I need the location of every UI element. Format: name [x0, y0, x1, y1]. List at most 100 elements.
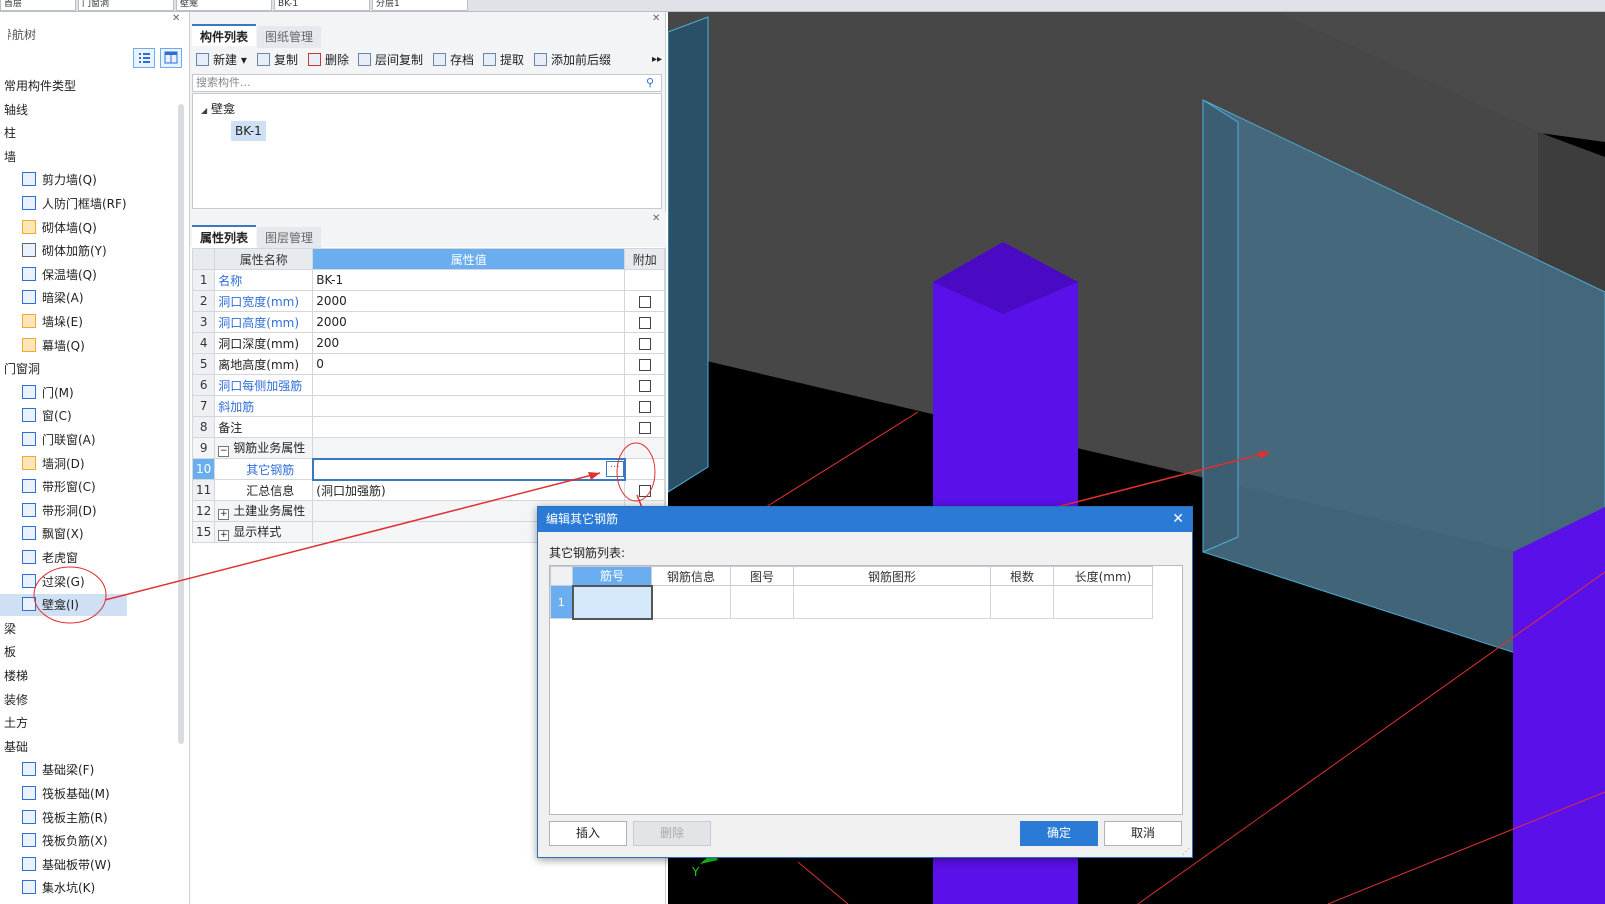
close-icon[interactable]: ✕ [1172, 507, 1184, 532]
extra-checkbox[interactable] [638, 337, 651, 350]
nav-category[interactable]: 板 [0, 641, 16, 663]
nav-item[interactable]: 壁龛(I) [0, 594, 127, 617]
property-value[interactable]: 0 [312, 353, 626, 375]
delete-button[interactable]: 删除 [308, 50, 349, 70]
extra-checkbox[interactable] [638, 379, 651, 392]
expand-icon[interactable]: + [218, 530, 230, 541]
type-dropdown[interactable]: 壁龛 [176, 0, 272, 11]
nav-item[interactable]: 幕墙(Q) [0, 335, 85, 357]
close-icon[interactable]: ✕ [652, 214, 660, 224]
extra-checkbox[interactable] [638, 358, 651, 371]
grid-view-icon[interactable] [160, 48, 182, 68]
nav-category[interactable]: 墙 [0, 146, 16, 168]
property-row[interactable]: 3 洞口高度(mm) 2000 [191, 311, 666, 333]
nav-category[interactable]: 梁 [0, 618, 16, 640]
nav-category[interactable]: 楼梯 [0, 665, 28, 687]
nav-item[interactable]: 墙洞(D) [0, 453, 85, 475]
ok-button[interactable]: 确定 [1020, 821, 1098, 846]
insert-button[interactable]: 插入 [549, 821, 627, 846]
extra-checkbox[interactable] [638, 295, 651, 308]
nav-item[interactable]: 人防门框墙(RF) [0, 193, 127, 215]
property-row[interactable]: 9− 钢筋业务属性 [191, 437, 666, 459]
add-prefix-suffix-button[interactable]: 添加前后缀 [534, 50, 611, 70]
property-value[interactable]: ··· [311, 457, 626, 481]
extract-button[interactable]: 提取 [483, 50, 524, 70]
tab-drawing-management[interactable]: 图纸管理 [257, 26, 322, 48]
expand-icon[interactable]: + [218, 509, 230, 520]
cell-rebar-info[interactable] [651, 585, 731, 619]
cell-figure-no[interactable] [730, 585, 794, 619]
extra-checkbox[interactable] [638, 484, 651, 497]
nav-item[interactable]: 带形窗(C) [0, 476, 96, 498]
nav-category[interactable]: 门窗洞 [0, 358, 40, 380]
search-input[interactable]: 搜索构件... [192, 74, 662, 92]
cancel-button[interactable]: 取消 [1104, 821, 1182, 846]
nav-item[interactable]: 筏板主筋(R) [0, 807, 108, 829]
property-row[interactable]: 5 离地高度(mm) 0 [191, 353, 666, 375]
nav-category[interactable]: 常用构件类型 [0, 75, 76, 97]
property-value[interactable]: 2000 [312, 290, 626, 312]
tree-group-niche[interactable]: ◢ 壁龛 [201, 100, 235, 117]
tab-property-list[interactable]: 属性列表 [192, 225, 257, 247]
property-value[interactable]: BK-1 [312, 269, 626, 291]
nav-item[interactable]: 暗梁(A) [0, 287, 84, 309]
cell-count[interactable] [990, 585, 1054, 619]
property-value[interactable] [312, 416, 626, 438]
nav-item[interactable]: 门(M) [0, 382, 74, 404]
category-dropdown[interactable]: 门窗洞 [78, 0, 174, 11]
floor-copy-button[interactable]: 层间复制 [358, 50, 423, 70]
nav-item[interactable]: 飘窗(X) [0, 523, 84, 545]
toolbar-more-icon[interactable]: ▸▸ [652, 50, 662, 70]
tab-component-list[interactable]: 构件列表 [192, 24, 257, 46]
table-row[interactable]: 1 [550, 584, 1153, 620]
property-value[interactable] [312, 374, 626, 396]
nav-item[interactable]: 门联窗(A) [0, 429, 96, 451]
nav-item[interactable]: 集水坑(K) [0, 877, 95, 899]
collapse-icon[interactable]: − [218, 446, 230, 457]
property-value[interactable] [312, 395, 626, 417]
property-row[interactable]: 11 汇总信息 (洞口加强筋) [191, 479, 666, 501]
nav-item[interactable]: 带形洞(D) [0, 500, 97, 522]
property-row[interactable]: 1 名称 BK-1 [191, 269, 666, 291]
extra-checkbox[interactable] [638, 400, 651, 413]
close-icon[interactable]: ✕ [652, 14, 660, 24]
close-icon[interactable]: ✕ [172, 14, 180, 24]
tab-layer-management[interactable]: 图层管理 [257, 227, 322, 249]
nav-scrollbar[interactable] [178, 104, 184, 744]
nav-item[interactable]: 墙垛(E) [0, 311, 83, 333]
nav-item[interactable]: 砌体墙(Q) [0, 217, 97, 239]
nav-category[interactable]: 装修 [0, 689, 28, 711]
nav-item[interactable]: 筏板基础(M) [0, 783, 110, 805]
dialog-titlebar[interactable]: 编辑其它钢筋 ✕ [538, 507, 1192, 532]
nav-item[interactable]: 砌体加筋(Y) [0, 240, 107, 262]
cell-rebar-shape[interactable] [793, 585, 991, 619]
property-row[interactable]: 8 备注 [191, 416, 666, 438]
component-dropdown[interactable]: BK-1 [274, 0, 370, 11]
nav-category[interactable]: 基础 [0, 736, 28, 758]
nav-item[interactable]: 基础梁(F) [0, 759, 94, 781]
cell-length[interactable] [1053, 585, 1153, 619]
cell-bar-no[interactable] [571, 584, 653, 620]
save-button[interactable]: 存档 [433, 50, 474, 70]
nav-item[interactable]: 剪力墙(Q) [0, 169, 97, 191]
nav-item[interactable]: 基础板带(W) [0, 854, 111, 876]
floor-dropdown[interactable]: 首层 [0, 0, 76, 11]
ellipsis-button[interactable]: ··· [605, 460, 624, 477]
property-row[interactable]: 4 洞口深度(mm) 200 [191, 332, 666, 354]
property-value[interactable]: 2000 [312, 311, 626, 333]
resize-grip-icon[interactable]: ⋰ [1182, 847, 1190, 856]
nav-item[interactable]: 过梁(G) [0, 571, 85, 593]
delete-row-button[interactable]: 删除 [633, 821, 711, 846]
extra-checkbox[interactable] [638, 421, 651, 434]
copy-button[interactable]: 复制 [257, 50, 298, 70]
new-button[interactable]: 新建 ▾ [196, 50, 247, 70]
nav-category[interactable]: 土方 [0, 712, 28, 734]
nav-item[interactable]: 筏板负筋(X) [0, 830, 108, 852]
search-icon[interactable]: ⚲ [646, 76, 654, 89]
nav-item[interactable]: 老虎窗 [0, 547, 78, 569]
nav-category[interactable]: 柱 [0, 122, 16, 144]
nav-category[interactable]: 轴线 [0, 99, 28, 121]
property-value[interactable]: (洞口加强筋) [312, 479, 626, 501]
property-value[interactable]: 200 [312, 332, 626, 354]
extra-checkbox[interactable] [638, 316, 651, 329]
